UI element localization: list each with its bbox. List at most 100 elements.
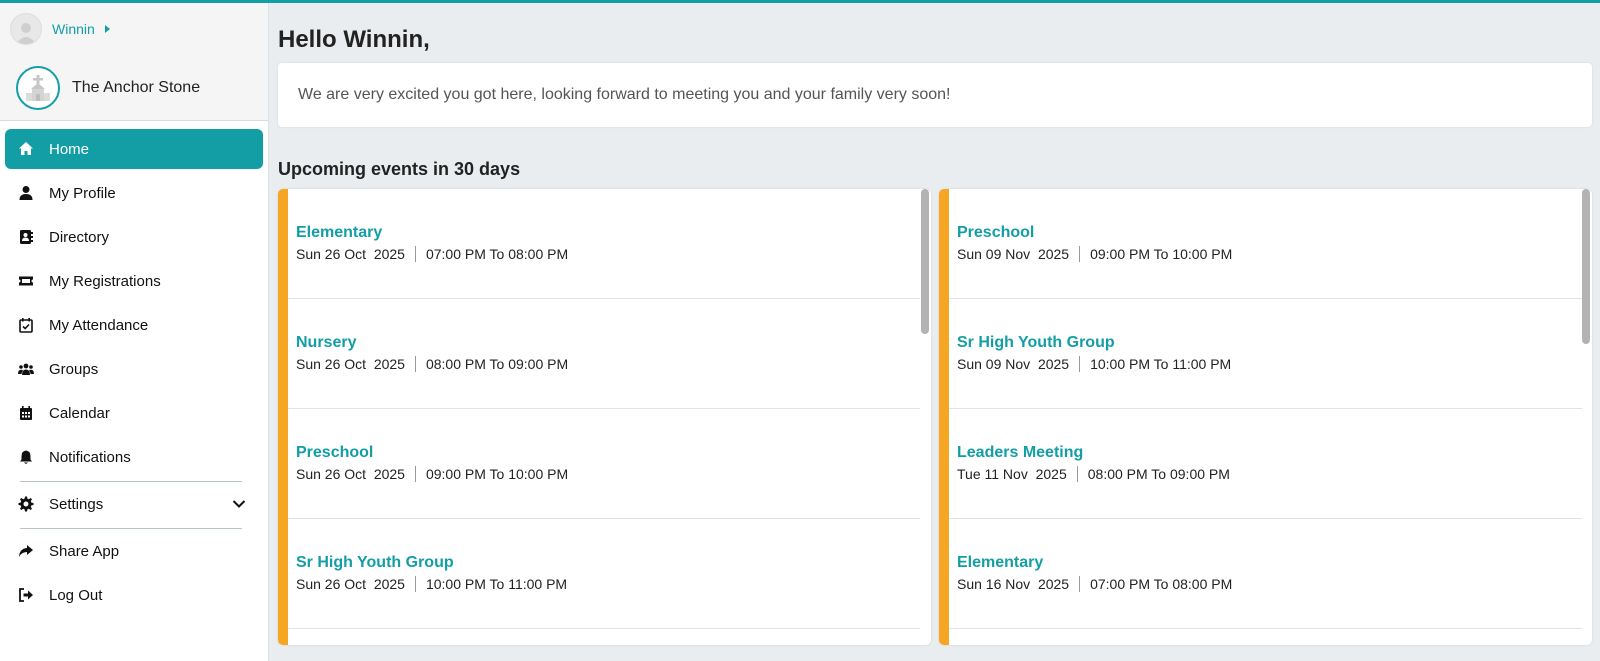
chevron-down-icon bbox=[232, 496, 246, 513]
event-time: 07:00 PM To 08:00 PM bbox=[425, 246, 569, 262]
person-icon bbox=[18, 185, 34, 201]
events-list-right: Preschool Sun 09 Nov 2025 09:00 PM To 10… bbox=[939, 189, 1592, 645]
nav-item-label: Home bbox=[49, 140, 90, 158]
event-time: 08:00 PM To 09:00 PM bbox=[425, 356, 569, 372]
nav-item-label: Share App bbox=[49, 542, 120, 560]
event-title[interactable]: Preschool bbox=[296, 444, 373, 462]
nav-item-notifications[interactable]: Notifications bbox=[5, 437, 263, 477]
event-title[interactable]: Nursery bbox=[296, 334, 356, 352]
event-time: 09:00 PM To 10:00 PM bbox=[425, 466, 569, 482]
event-card[interactable]: Preschool Sun 09 Nov 2025 09:00 PM To 10… bbox=[949, 189, 1582, 299]
event-datetime: Sun 09 Nov 2025 10:00 PM To 11:00 PM bbox=[957, 356, 1231, 372]
welcome-message: We are very excited you got here, lookin… bbox=[298, 86, 951, 103]
user-avatar bbox=[10, 13, 42, 45]
event-datetime: Sun 26 Oct 2025 07:00 PM To 08:00 PM bbox=[296, 246, 568, 262]
event-date: Sun 26 Oct 2025 bbox=[296, 246, 405, 262]
event-card[interactable]: Sr High Youth Group Sun 26 Oct 2025 10:0… bbox=[288, 519, 920, 629]
nav-item-calendar[interactable]: Calendar bbox=[5, 393, 263, 433]
event-date: Sun 26 Oct 2025 bbox=[296, 356, 405, 372]
main-nav: Home My Profile Directory My Registratio… bbox=[0, 129, 268, 619]
nav-item-directory[interactable]: Directory bbox=[5, 217, 263, 257]
events-list-left: Elementary Sun 26 Oct 2025 07:00 PM To 0… bbox=[278, 189, 931, 645]
event-title[interactable]: Elementary bbox=[957, 554, 1043, 572]
events-heading: Upcoming events in 30 days bbox=[278, 159, 521, 179]
event-title[interactable]: Elementary bbox=[296, 224, 382, 242]
nav-item-label: Settings bbox=[49, 495, 104, 513]
groups-icon bbox=[18, 361, 34, 377]
event-date: Tue 11 Nov 2025 bbox=[957, 466, 1067, 482]
church-name: The Anchor Stone bbox=[72, 78, 201, 96]
event-accent-bar bbox=[278, 189, 288, 645]
event-time: 10:00 PM To 11:00 PM bbox=[1090, 356, 1232, 372]
address-book-icon bbox=[18, 229, 34, 245]
nav-item-log-out[interactable]: Log Out bbox=[5, 575, 263, 615]
nav-item-label: Notifications bbox=[49, 448, 131, 466]
page-title: Hello Winnin, bbox=[278, 26, 430, 53]
welcome-card: We are very excited you got here, lookin… bbox=[278, 63, 1592, 127]
nav-item-my-profile[interactable]: My Profile bbox=[5, 173, 263, 213]
nav-item-label: My Registrations bbox=[49, 272, 161, 290]
event-card[interactable]: Elementary Sun 16 Nov 2025 07:00 PM To 0… bbox=[949, 519, 1582, 629]
separator bbox=[414, 356, 416, 372]
share-icon bbox=[18, 543, 34, 559]
event-datetime: Sun 16 Nov 2025 07:00 PM To 08:00 PM bbox=[957, 576, 1232, 592]
separator bbox=[414, 246, 416, 262]
event-title[interactable]: Sr High Youth Group bbox=[957, 334, 1115, 352]
event-datetime: Sun 26 Oct 2025 09:00 PM To 10:00 PM bbox=[296, 466, 568, 482]
nav-item-label: Groups bbox=[49, 360, 99, 378]
home-icon bbox=[18, 141, 34, 157]
nav-item-home[interactable]: Home bbox=[5, 129, 263, 169]
nav-divider bbox=[20, 481, 242, 482]
ticket-icon bbox=[18, 273, 34, 289]
event-time: 08:00 PM To 09:00 PM bbox=[1087, 466, 1230, 482]
event-datetime: Tue 11 Nov 2025 08:00 PM To 09:00 PM bbox=[957, 466, 1230, 482]
nav-item-label: Directory bbox=[49, 228, 110, 246]
nav-item-my-attendance[interactable]: My Attendance bbox=[5, 305, 263, 345]
calendar-check-icon bbox=[18, 317, 34, 333]
scrollbar-thumb[interactable] bbox=[1582, 189, 1590, 344]
nav-item-label: My Attendance bbox=[49, 316, 149, 334]
avatar-placeholder-icon bbox=[16, 23, 36, 44]
separator bbox=[1079, 576, 1081, 592]
event-datetime: Sun 26 Oct 2025 08:00 PM To 09:00 PM bbox=[296, 356, 568, 372]
caret-right-icon bbox=[104, 25, 110, 33]
event-accent-bar bbox=[939, 189, 949, 645]
logout-icon bbox=[18, 587, 34, 603]
event-title[interactable]: Preschool bbox=[957, 224, 1034, 242]
event-title[interactable]: Sr High Youth Group bbox=[296, 554, 454, 572]
event-card[interactable]: Preschool Sun 26 Oct 2025 09:00 PM To 10… bbox=[288, 409, 920, 519]
event-date: Sun 09 Nov 2025 bbox=[957, 246, 1070, 262]
separator bbox=[1079, 356, 1081, 372]
event-date: Sun 09 Nov 2025 bbox=[957, 356, 1070, 372]
separator bbox=[414, 466, 416, 482]
event-date: Sun 26 Oct 2025 bbox=[296, 576, 405, 592]
user-name[interactable]: Winnin bbox=[52, 21, 95, 37]
separator bbox=[1076, 466, 1078, 482]
event-title[interactable]: Leaders Meeting bbox=[957, 444, 1083, 462]
calendar-icon bbox=[18, 405, 34, 421]
scrollbar-thumb[interactable] bbox=[921, 189, 929, 334]
nav-item-label: Log Out bbox=[49, 586, 103, 604]
event-datetime: Sun 09 Nov 2025 09:00 PM To 10:00 PM bbox=[957, 246, 1232, 262]
separator bbox=[414, 576, 416, 592]
church-header: The Anchor Stone bbox=[0, 55, 268, 121]
user-menu[interactable]: Winnin bbox=[0, 3, 268, 55]
event-time: 07:00 PM To 08:00 PM bbox=[1090, 576, 1233, 592]
event-card[interactable]: Elementary Sun 26 Oct 2025 07:00 PM To 0… bbox=[288, 189, 920, 299]
sidebar: Winnin The Anchor Stone Home My Profile … bbox=[0, 3, 269, 661]
event-datetime: Sun 26 Oct 2025 10:00 PM To 11:00 PM bbox=[296, 576, 567, 592]
nav-item-label: My Profile bbox=[49, 184, 116, 202]
event-card[interactable]: Leaders Meeting Tue 11 Nov 2025 08:00 PM… bbox=[949, 409, 1582, 519]
church-logo bbox=[16, 65, 60, 110]
nav-item-my-registrations[interactable]: My Registrations bbox=[5, 261, 263, 301]
event-card[interactable]: Sr High Youth Group Sun 09 Nov 2025 10:0… bbox=[949, 299, 1582, 409]
separator bbox=[1079, 246, 1081, 262]
event-time: 10:00 PM To 11:00 PM bbox=[425, 576, 568, 592]
nav-item-share-app[interactable]: Share App bbox=[5, 531, 263, 571]
event-card[interactable]: Nursery Sun 26 Oct 2025 08:00 PM To 09:0… bbox=[288, 299, 920, 409]
event-date: Sun 16 Nov 2025 bbox=[957, 576, 1070, 592]
church-icon bbox=[26, 74, 50, 101]
nav-item-settings[interactable]: Settings bbox=[5, 484, 263, 524]
gear-icon bbox=[18, 496, 34, 512]
nav-item-groups[interactable]: Groups bbox=[5, 349, 263, 389]
